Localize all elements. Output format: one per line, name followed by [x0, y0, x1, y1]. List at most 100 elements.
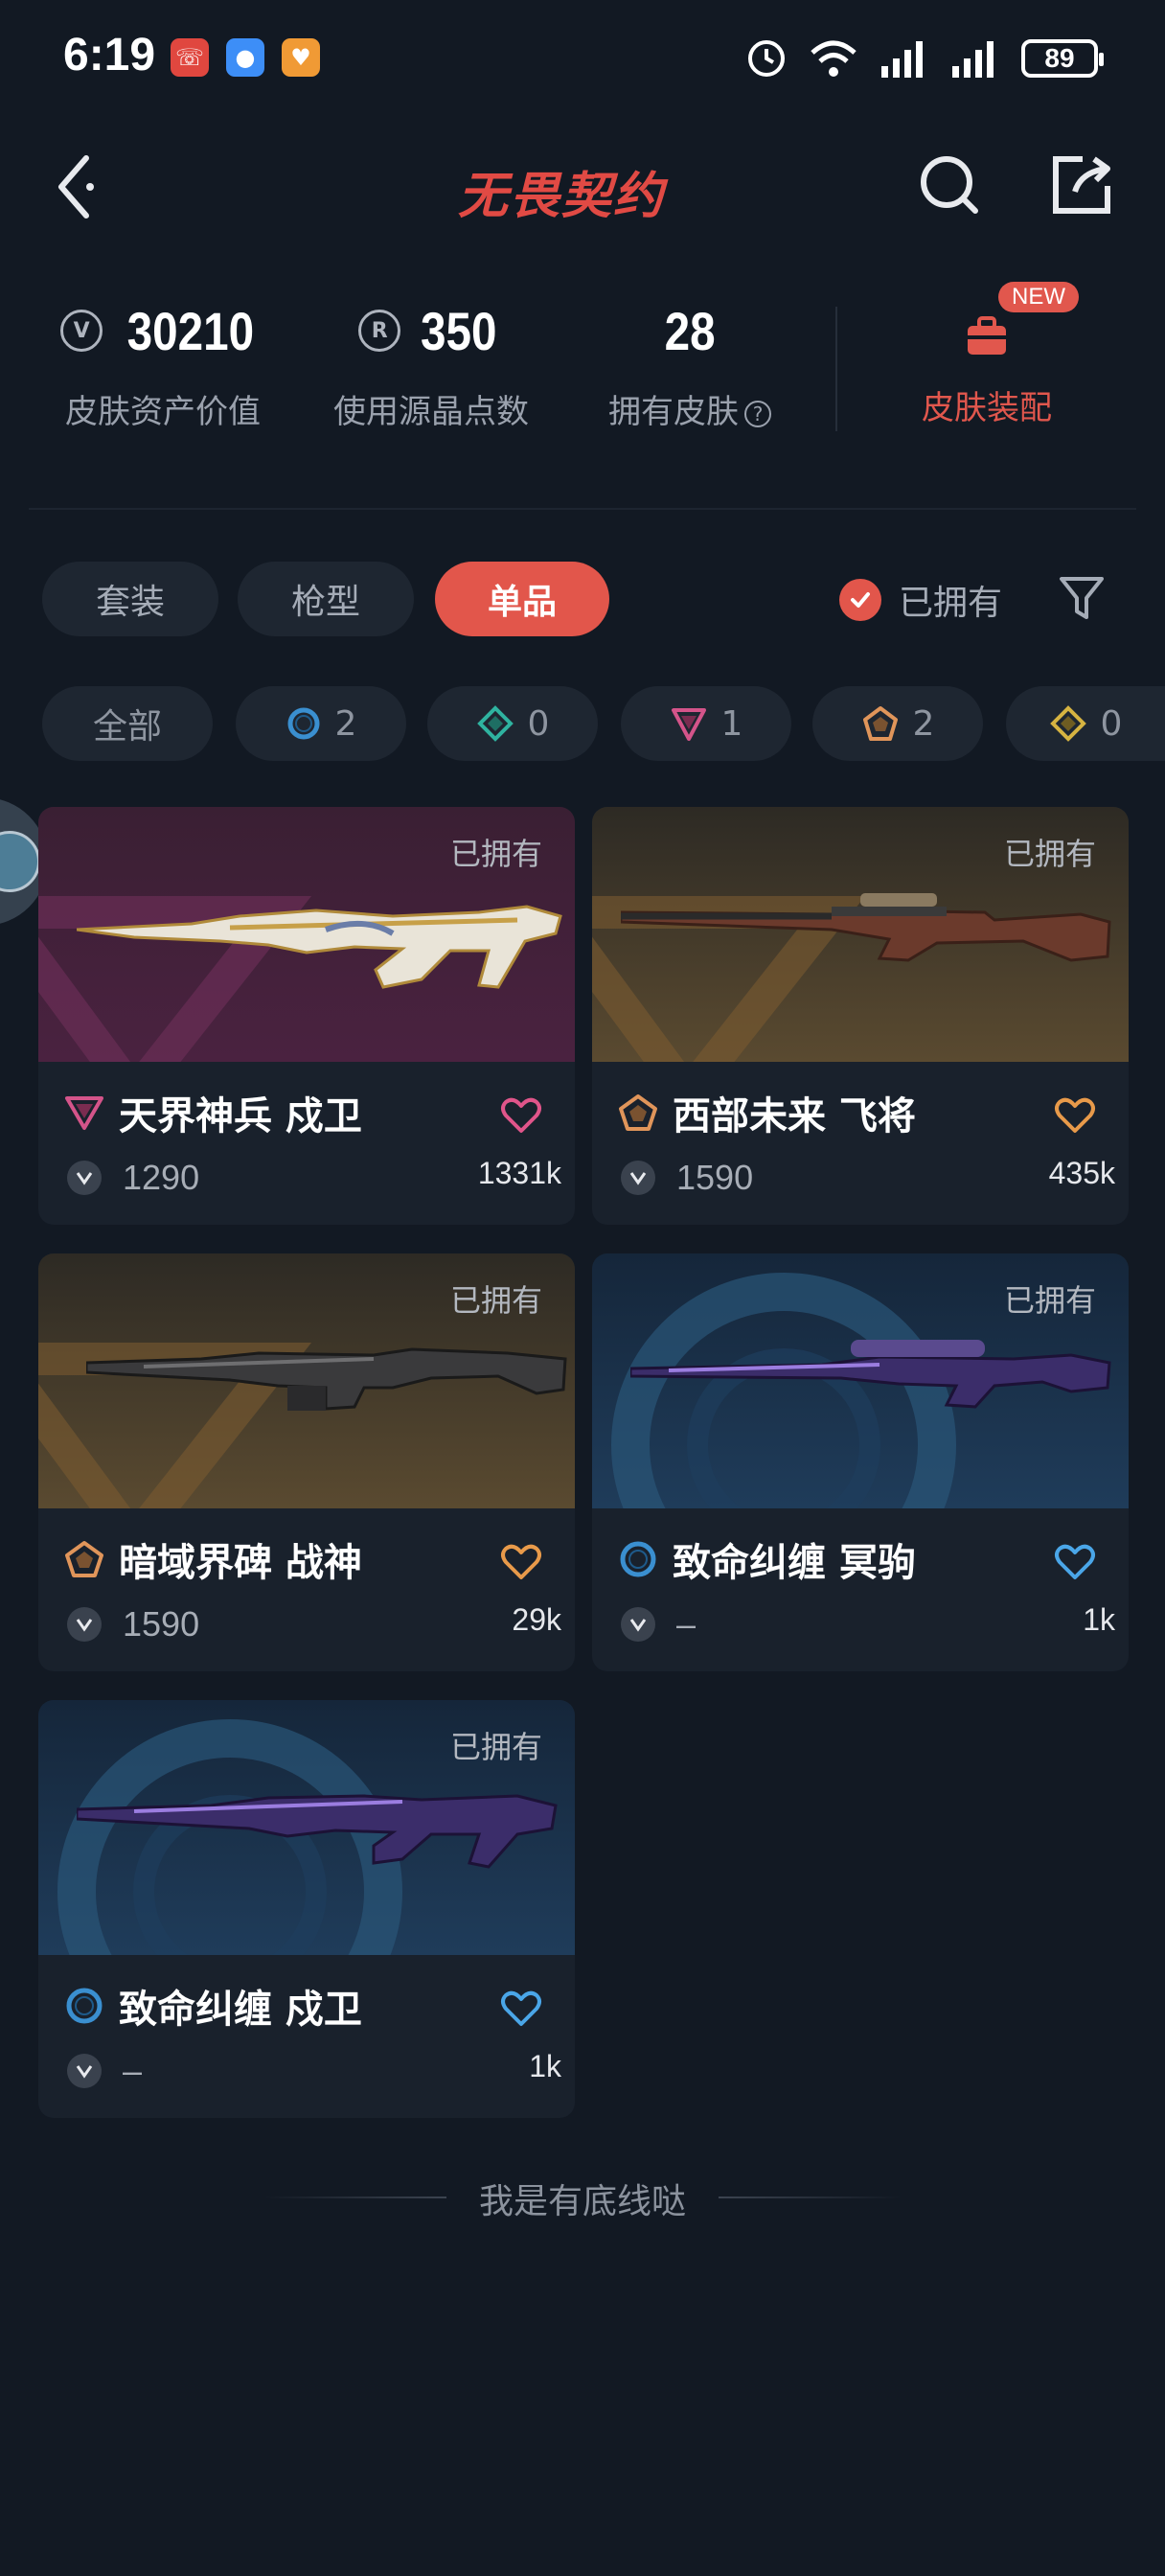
rarity-chip-ultra[interactable]: 0 — [1006, 686, 1165, 761]
select-rarity-icon — [66, 1988, 103, 2024]
rarity-chip-deluxe[interactable]: 0 — [427, 686, 598, 761]
rarity-chip-premium[interactable]: 1 — [621, 686, 791, 761]
tab-single-items[interactable]: 单品 — [435, 562, 609, 636]
owned-tag: 已拥有 — [449, 836, 542, 872]
skin-card[interactable]: 已拥有 致命纠缠 戍卫 – 1k — [38, 1700, 575, 2118]
radianite-icon: R — [358, 310, 401, 352]
owned-filter-toggle[interactable]: 已拥有 — [839, 575, 1002, 625]
select-rarity-icon — [620, 1541, 656, 1577]
like-count: 435k — [1048, 1156, 1115, 1190]
owned-tag: 已拥有 — [449, 1282, 542, 1319]
weapon-vandal-icon — [77, 905, 562, 989]
skins-owned-value: 28 — [664, 300, 716, 361]
points-label: 使用源晶点数 — [333, 393, 529, 431]
skin-image: 已拥有 — [38, 1254, 575, 1508]
status-bar: 6:19 ☏ ● ♥ 89 — [0, 0, 1165, 115]
share-icon[interactable] — [1048, 151, 1115, 218]
signal-icon — [881, 41, 923, 78]
asset-value: 30210 — [126, 300, 255, 361]
rarity-chip-count: 2 — [912, 703, 935, 744]
briefcase-icon — [968, 316, 1006, 355]
select-rarity-icon — [287, 707, 320, 740]
skin-card[interactable]: 已拥有 天界神兵 戍卫 1290 1331k — [38, 807, 575, 1225]
skin-name: 暗域界碑 战神 — [119, 1541, 362, 1585]
rarity-chip-exclusive[interactable]: 2 — [812, 686, 983, 761]
skin-card[interactable]: 已拥有 致命纠缠 冥驹 – 1k — [592, 1254, 1129, 1671]
skin-card[interactable]: 已拥有 西部未来 飞将 1590 435k — [592, 807, 1129, 1225]
owned-tag: 已拥有 — [449, 1729, 542, 1765]
footer-line-left — [264, 2196, 446, 2198]
exclusive-rarity-icon — [862, 706, 898, 741]
exclusive-rarity-icon — [619, 1094, 657, 1131]
vp-currency-icon — [67, 1161, 102, 1195]
footer-line-right — [719, 2196, 901, 2198]
skins-owned-stat[interactable]: 28 拥有皮肤? — [594, 297, 786, 432]
signal-icon-2 — [952, 41, 994, 78]
like-count: 1331k — [477, 1156, 561, 1190]
skin-image: 已拥有 — [38, 807, 575, 1062]
skin-price: 1590 — [676, 1158, 754, 1197]
footer-text: 我是有底线哒 — [478, 2182, 686, 2221]
help-icon[interactable]: ? — [744, 400, 771, 427]
owned-tag: 已拥有 — [1003, 836, 1096, 872]
premium-rarity-icon — [65, 1096, 103, 1130]
asset-value-stat: V 30210 皮肤资产价值 — [57, 297, 268, 432]
new-badge: NEW — [998, 282, 1079, 312]
skin-name-row: 致命纠缠 冥驹 — [617, 1531, 916, 1587]
tab-bundles[interactable]: 套装 — [42, 562, 218, 636]
rarity-chip-select[interactable]: 2 — [236, 686, 406, 761]
app-header: 无畏契约 — [0, 134, 1165, 240]
stats-section: V 30210 皮肤资产价值 R 350 使用源晶点数 28 拥有皮肤? NEW… — [0, 282, 1165, 450]
message-notification-icon: ● — [226, 38, 264, 77]
points-stat: R 350 使用源晶点数 — [326, 297, 537, 432]
phone-notification-icon: ☏ — [171, 38, 209, 77]
ultra-rarity-icon — [1049, 705, 1086, 742]
skin-name: 致命纠缠 戍卫 — [119, 1988, 362, 2032]
skin-price: – — [676, 1604, 697, 1644]
like-count: 29k — [512, 1602, 561, 1637]
heart-icon[interactable] — [1054, 1096, 1096, 1135]
skin-image: 已拥有 — [592, 807, 1129, 1062]
skin-card[interactable]: 已拥有 暗域界碑 战神 1590 29k — [38, 1254, 575, 1671]
weapon-vandal-icon — [77, 1794, 558, 1869]
search-icon[interactable] — [916, 151, 983, 218]
price-row: 1590 — [621, 1158, 753, 1198]
system-icons: 89 — [745, 36, 1104, 80]
rarity-chip-count: 2 — [334, 703, 357, 744]
rarity-chip-all[interactable]: 全部 — [42, 686, 213, 761]
owned-filter-label: 已拥有 — [899, 584, 1003, 623]
deluxe-rarity-icon — [476, 705, 514, 742]
price-row: – — [621, 1604, 696, 1644]
skin-image: 已拥有 — [592, 1254, 1129, 1508]
status-time: 6:19 — [63, 30, 156, 80]
app-notification-icon: ♥ — [282, 38, 320, 77]
vp-currency-icon — [67, 1607, 102, 1642]
skin-image: 已拥有 — [38, 1700, 575, 1955]
wifi-icon — [811, 40, 857, 77]
skin-name-row: 西部未来 飞将 — [617, 1085, 916, 1140]
heart-icon[interactable] — [500, 1096, 542, 1135]
tab-weapon-type[interactable]: 枪型 — [238, 562, 414, 636]
premium-rarity-icon — [671, 708, 706, 741]
price-row: 1290 — [67, 1158, 199, 1198]
heart-icon[interactable] — [500, 1990, 542, 2028]
weapon-marshal-icon — [621, 893, 1111, 962]
skin-name-row: 天界神兵 戍卫 — [63, 1085, 362, 1140]
heart-icon[interactable] — [500, 1543, 542, 1581]
skins-owned-label-row: 拥有皮肤? — [594, 385, 786, 432]
points-value: 350 — [421, 300, 497, 361]
skin-price: 1290 — [123, 1158, 200, 1197]
app-logo-title: 无畏契约 — [458, 168, 666, 225]
vp-currency-icon — [67, 2054, 102, 2088]
filter-icon[interactable] — [1058, 573, 1106, 625]
weapon-odin-icon — [86, 1347, 567, 1411]
vp-currency-icon: V — [60, 310, 103, 352]
back-button[interactable] — [48, 149, 105, 225]
like-count: 1k — [1083, 1602, 1115, 1637]
exclusive-rarity-icon — [65, 1541, 103, 1577]
heart-icon[interactable] — [1054, 1543, 1096, 1581]
skin-equip-button[interactable]: NEW 皮肤装配 — [881, 282, 1092, 428]
rarity-chip-count: 1 — [720, 703, 743, 744]
vp-currency-icon — [621, 1607, 655, 1642]
skins-owned-label: 拥有皮肤 — [608, 393, 739, 431]
